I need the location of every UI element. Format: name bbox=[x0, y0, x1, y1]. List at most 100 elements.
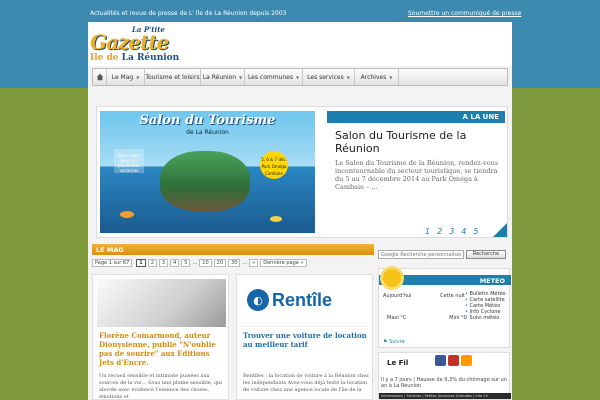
meteo-label: METEO bbox=[479, 277, 505, 285]
featured-excerpt: Le Salon du Tourisme de la Réunion, rend… bbox=[335, 159, 499, 191]
article-card: Florène Comarmond, auteur Dionysienne, p… bbox=[92, 274, 229, 400]
le-mag-section: LE MAG Page 1 sur 67 1 2 3 4 5 ... 10 20… bbox=[92, 244, 374, 400]
nav-item-archives[interactable]: Archives ▼ bbox=[355, 69, 399, 85]
site-logo[interactable]: La P'tite Gazette Ile de La Réunion bbox=[90, 25, 200, 63]
search-input[interactable] bbox=[378, 250, 464, 259]
meteo-today: Aujourd'hui bbox=[383, 293, 412, 299]
rentile-logo-text: Rentîle bbox=[272, 289, 333, 310]
nav-item-tourisme[interactable]: Tourisme et loisirs bbox=[145, 69, 201, 85]
a-la-une-label: A LA UNE bbox=[462, 113, 500, 121]
site-tagline: Actualités et revue de presse de L' île … bbox=[90, 10, 287, 17]
le-fil-title: Le Fil bbox=[387, 359, 409, 367]
nav-item-services[interactable]: Les services ▼ bbox=[303, 69, 355, 85]
slider-page[interactable]: 2 bbox=[437, 227, 442, 236]
logo-main-text: Gazette bbox=[90, 30, 169, 54]
meteo-follow-label: Suivre bbox=[389, 339, 405, 345]
page-last[interactable]: Dernière page » bbox=[260, 258, 307, 267]
meteo-link[interactable]: • Suivi météo bbox=[465, 315, 509, 321]
search-box: Recherche bbox=[378, 250, 510, 260]
car-logo-icon: ◐ bbox=[247, 289, 269, 311]
logo-subtitle-right: La Réunion bbox=[121, 53, 180, 63]
page-info: Page 1 sur 67 bbox=[92, 258, 133, 267]
le-fil-news[interactable]: Il y a 7 jours | Hausse de 9,3% du chôma… bbox=[381, 377, 507, 389]
main-nav: Le Mag ▼ Tourisme et loisirs La Réunion ▼ … bbox=[92, 68, 508, 86]
page-link[interactable]: 30 bbox=[228, 258, 241, 267]
page-link[interactable]: 20 bbox=[213, 258, 227, 267]
fish-illustration bbox=[120, 211, 134, 218]
search-button[interactable]: Recherche bbox=[466, 250, 506, 259]
slider-page[interactable]: 4 bbox=[461, 227, 466, 236]
meteo-follow-link[interactable]: ⚑ Suivre bbox=[383, 339, 405, 345]
page-ellipsis: ... bbox=[192, 259, 198, 266]
chevron-down-icon: ▼ bbox=[346, 74, 350, 80]
article-title[interactable]: Florène Comarmond, auteur Dionysienne, p… bbox=[99, 331, 225, 367]
page-link[interactable]: 4 bbox=[170, 258, 180, 267]
featured-image[interactable]: Salon du Tourisme de La Réunion Bons pla… bbox=[100, 111, 315, 233]
meteo-link-label: Suivi météo bbox=[469, 315, 500, 321]
nav-label: Les services bbox=[307, 73, 344, 81]
article-thumbnail[interactable] bbox=[97, 279, 226, 327]
sun-icon bbox=[383, 269, 401, 287]
slider-corner-decoration bbox=[493, 223, 507, 237]
le-fil-widget: Le Fil Il y a 7 jours | Hausse de 9,3% d… bbox=[378, 352, 511, 400]
page-link[interactable]: 10 bbox=[199, 258, 212, 267]
featured-image-subtitle: de La Réunion bbox=[186, 129, 229, 136]
article-excerpt: Un recueil sensible et intimiste puisées… bbox=[99, 373, 222, 400]
featured-image-badge: 5, 6 & 7 déc. Park Oméga Cambaie bbox=[260, 151, 288, 179]
logo-subtitle-left: Ile de bbox=[90, 53, 119, 63]
fish-illustration bbox=[270, 216, 282, 222]
sidebar: Recherche METEO Aujourd'hui Cette nuit M… bbox=[378, 244, 511, 400]
a-la-une-bar: A LA UNE bbox=[327, 111, 505, 123]
nav-item-la-reunion[interactable]: La Réunion ▼ bbox=[201, 69, 245, 85]
nav-item-le-mag[interactable]: Le Mag ▼ bbox=[107, 69, 145, 85]
featured-title[interactable]: Salon du Tourisme de la Réunion bbox=[335, 129, 505, 155]
submit-press-release-link[interactable]: Soumettre un communiqué de presse bbox=[408, 10, 521, 17]
slider-pagination: 1 2 3 4 5 bbox=[425, 227, 478, 236]
article-card: ◐ Rentîle Trouver une voiture de locatio… bbox=[236, 274, 373, 400]
page-link[interactable]: 5 bbox=[181, 258, 191, 267]
logo-subtitle: Ile de La Réunion bbox=[90, 53, 179, 63]
page-link[interactable]: 2 bbox=[147, 258, 157, 267]
nav-label: Les communes bbox=[247, 73, 293, 81]
page-link[interactable]: 3 bbox=[158, 258, 169, 267]
le-mag-bar: LE MAG bbox=[92, 244, 374, 255]
chevron-down-icon: ▼ bbox=[136, 74, 140, 80]
page-next[interactable]: » bbox=[249, 258, 259, 267]
chevron-down-icon: ▼ bbox=[295, 74, 300, 80]
facebook-icon[interactable] bbox=[435, 355, 446, 366]
youtube-icon[interactable] bbox=[448, 355, 459, 366]
page-container: La P'tite Gazette Ile de La Réunion Le M… bbox=[88, 22, 512, 400]
mag-pagination: Page 1 sur 67 1 2 3 4 5 ... 10 20 30 ...… bbox=[92, 258, 374, 267]
page-link-current[interactable]: 1 bbox=[136, 258, 146, 267]
chevron-down-icon: ▼ bbox=[389, 74, 393, 80]
meteo-temps: Maxi °C Mini °C bbox=[387, 315, 467, 321]
site-header: La P'tite Gazette Ile de La Réunion bbox=[88, 22, 512, 66]
nav-label: Archives bbox=[360, 73, 387, 81]
slider-page[interactable]: 1 bbox=[425, 227, 430, 236]
slider-page[interactable]: 5 bbox=[473, 227, 478, 236]
nav-item-communes[interactable]: Les communes ▼ bbox=[245, 69, 303, 85]
top-bar: Actualités et revue de presse de L' île … bbox=[0, 0, 600, 22]
slider-page[interactable]: 3 bbox=[449, 227, 454, 236]
featured-slider: Salon du Tourisme de La Réunion Bons pla… bbox=[96, 106, 508, 238]
article-thumbnail[interactable]: ◐ Rentîle bbox=[241, 279, 370, 327]
meteo-links: • Bulletin Météo • Carte satellite • Car… bbox=[465, 291, 509, 321]
rss-icon[interactable] bbox=[461, 355, 472, 366]
footer-strip: Informations | Services | Petites Annonc… bbox=[379, 393, 511, 399]
nav-label: Le Mag bbox=[111, 73, 134, 81]
nav-label: La Réunion bbox=[202, 73, 237, 81]
page-ellipsis: ... bbox=[242, 259, 248, 266]
article-cards: Florène Comarmond, auteur Dionysienne, p… bbox=[92, 274, 374, 400]
nav-label: Tourisme et loisirs bbox=[145, 73, 200, 81]
island-illustration bbox=[160, 151, 250, 211]
nav-home[interactable] bbox=[93, 69, 107, 85]
meteo-days: Aujourd'hui Cette nuit bbox=[383, 293, 465, 299]
article-excerpt: Rentîles : la location de voiture à la R… bbox=[243, 373, 369, 393]
featured-image-title: Salon du Tourisme bbox=[139, 113, 276, 128]
le-mag-label: LE MAG bbox=[96, 246, 124, 254]
meteo-tonight: Cette nuit bbox=[440, 293, 465, 299]
social-icons bbox=[435, 355, 472, 366]
article-title[interactable]: Trouver une voiture de location au meill… bbox=[243, 331, 369, 349]
meteo-max: Maxi °C bbox=[387, 315, 407, 321]
chevron-down-icon: ▼ bbox=[239, 74, 243, 80]
